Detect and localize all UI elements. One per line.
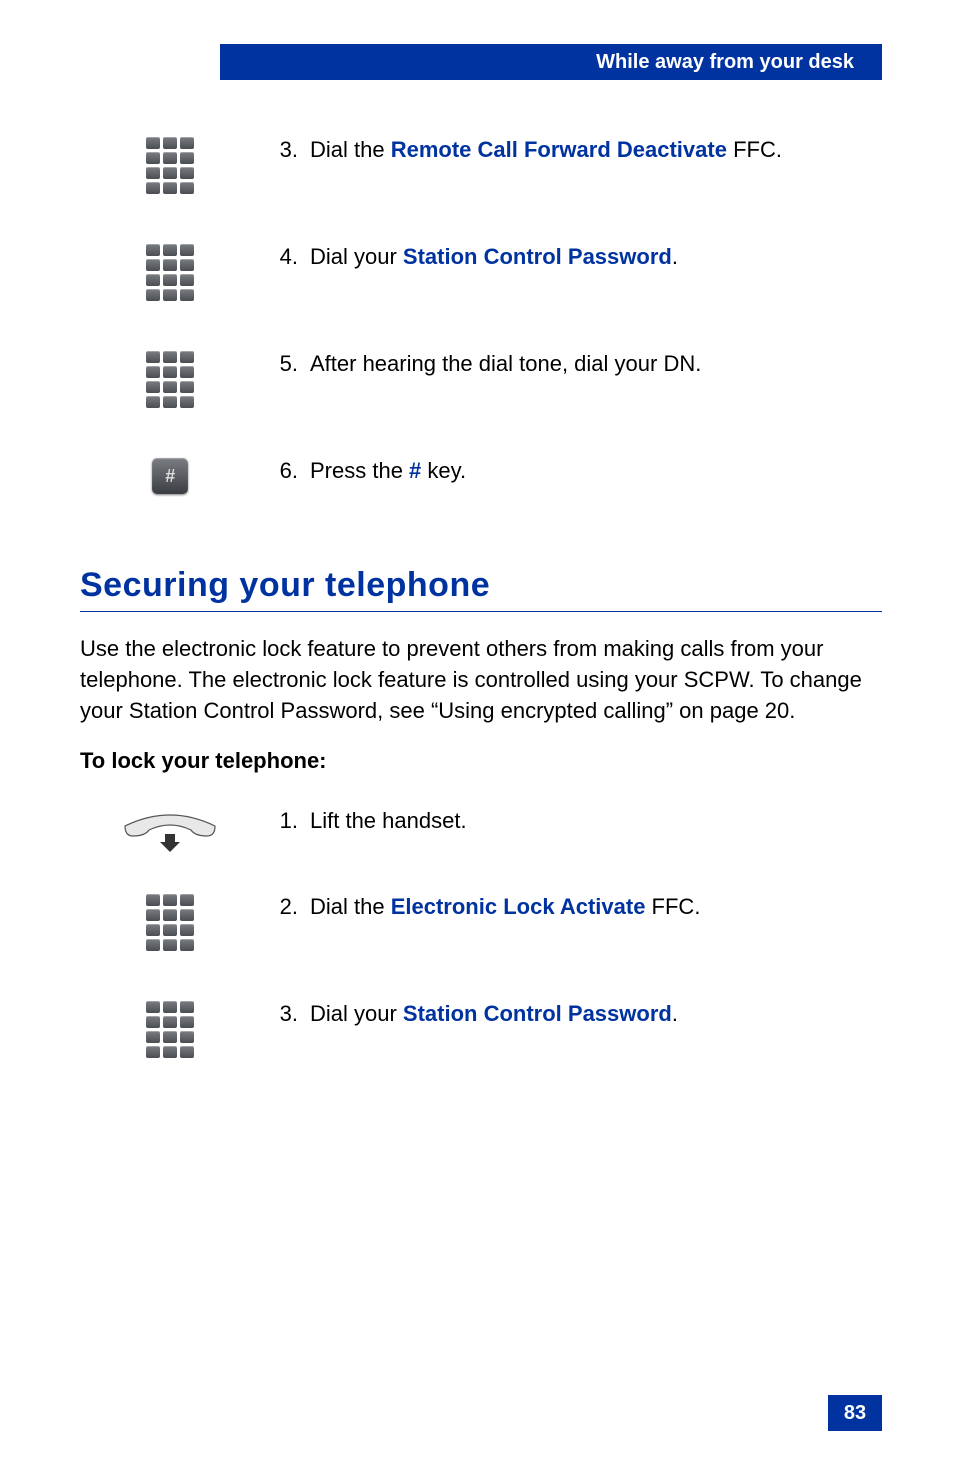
page-content: 3. Dial the Remote Call Forward Deactiva… [80,135,882,1385]
step-number: 2. [260,892,310,922]
section-rule [80,611,882,612]
step-number: 5. [260,349,310,379]
header-title: While away from your desk [596,51,854,74]
header-bar: While away from your desk [220,44,882,80]
step-body: After hearing the dial tone, dial your D… [310,349,882,379]
step-b3: 3. Dial your Station Control Password. [80,999,882,1058]
step-post: FFC. [645,894,700,919]
handset-icon [80,806,260,856]
step-bold: Station Control Password [403,1001,672,1026]
step-pre: Dial your [310,1001,403,1026]
step-body: Lift the handset. [310,806,882,836]
step-post: . [672,244,678,269]
step-post: FFC. [727,137,782,162]
step-4: 4. Dial your Station Control Password. [80,242,882,301]
step-body: Press the # key. [310,456,882,486]
step-post: After hearing the dial tone, dial your D… [310,351,701,376]
step-number: 3. [260,135,310,165]
hash-key-icon: # [80,456,260,494]
section-heading: Securing your telephone [80,566,882,605]
step-pre: Press the [310,458,409,483]
step-body: Dial your Station Control Password. [310,242,882,272]
step-bold: # [409,458,421,483]
step-number: 1. [260,806,310,836]
step-5: 5. After hearing the dial tone, dial you… [80,349,882,408]
step-bold: Remote Call Forward Deactivate [391,137,727,162]
step-body: Dial the Electronic Lock Activate FFC. [310,892,882,922]
step-3: 3. Dial the Remote Call Forward Deactiva… [80,135,882,194]
step-body: Dial the Remote Call Forward Deactivate … [310,135,882,165]
step-pre: Dial your [310,244,403,269]
keypad-icon [80,892,260,951]
step-post: Lift the handset. [310,808,467,833]
section-paragraph: Use the electronic lock feature to preve… [80,634,882,726]
step-6: # 6. Press the # key. [80,456,882,494]
keypad-icon [80,999,260,1058]
step-bold: Station Control Password [403,244,672,269]
page-number: 83 [828,1395,882,1431]
step-b2: 2. Dial the Electronic Lock Activate FFC… [80,892,882,951]
step-pre: Dial the [310,137,391,162]
step-number: 3. [260,999,310,1029]
step-b1: 1. Lift the handset. [80,806,882,856]
section-subheading: To lock your telephone: [80,748,882,774]
page-number-value: 83 [844,1402,866,1425]
step-bold: Electronic Lock Activate [391,894,646,919]
step-post: key. [421,458,466,483]
step-pre: Dial the [310,894,391,919]
step-body: Dial your Station Control Password. [310,999,882,1029]
keypad-icon [80,242,260,301]
keypad-icon [80,349,260,408]
keypad-icon [80,135,260,194]
step-number: 4. [260,242,310,272]
step-post: . [672,1001,678,1026]
step-number: 6. [260,456,310,486]
